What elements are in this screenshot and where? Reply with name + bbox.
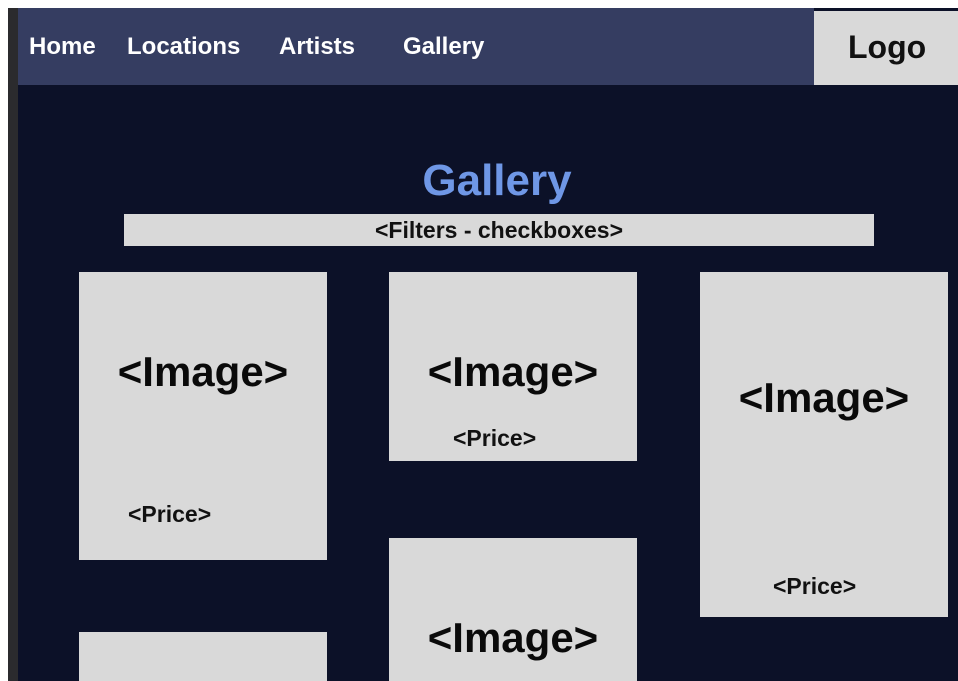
filters-bar[interactable]: <Filters - checkboxes>: [124, 214, 874, 246]
card-price: <Price>: [773, 573, 857, 599]
gallery-card-2[interactable]: <Image> <Price>: [389, 272, 637, 461]
card-price: <Price>: [128, 501, 212, 527]
card-image-placeholder: <Image>: [427, 614, 599, 661]
screenshot-frame: Home Locations Artists Gallery Logo Gall…: [0, 0, 958, 681]
nav-link-gallery[interactable]: Gallery: [403, 32, 484, 62]
gallery-card-4[interactable]: <Image>: [389, 538, 637, 681]
gallery-card-3[interactable]: <Image> <Price>: [700, 272, 948, 617]
window-edge: [8, 8, 18, 681]
card-image-placeholder: <Image>: [427, 348, 599, 395]
card-image-placeholder: <Image>: [117, 348, 289, 395]
nav-link-locations[interactable]: Locations: [127, 32, 240, 62]
page-title: Gallery: [422, 156, 572, 205]
page-canvas: Home Locations Artists Gallery Logo Gall…: [18, 8, 958, 681]
card-image-placeholder: <Image>: [738, 374, 910, 421]
gallery-card-5[interactable]: [79, 632, 327, 681]
logo-text: Logo: [848, 29, 927, 65]
card-price: <Price>: [453, 425, 537, 451]
logo[interactable]: Logo: [814, 11, 958, 85]
nav-link-home[interactable]: Home: [29, 32, 96, 62]
nav-link-artists[interactable]: Artists: [279, 32, 355, 62]
gallery-card-1[interactable]: <Image> <Price>: [79, 272, 327, 560]
top-navbar: Home Locations Artists Gallery: [18, 8, 814, 85]
